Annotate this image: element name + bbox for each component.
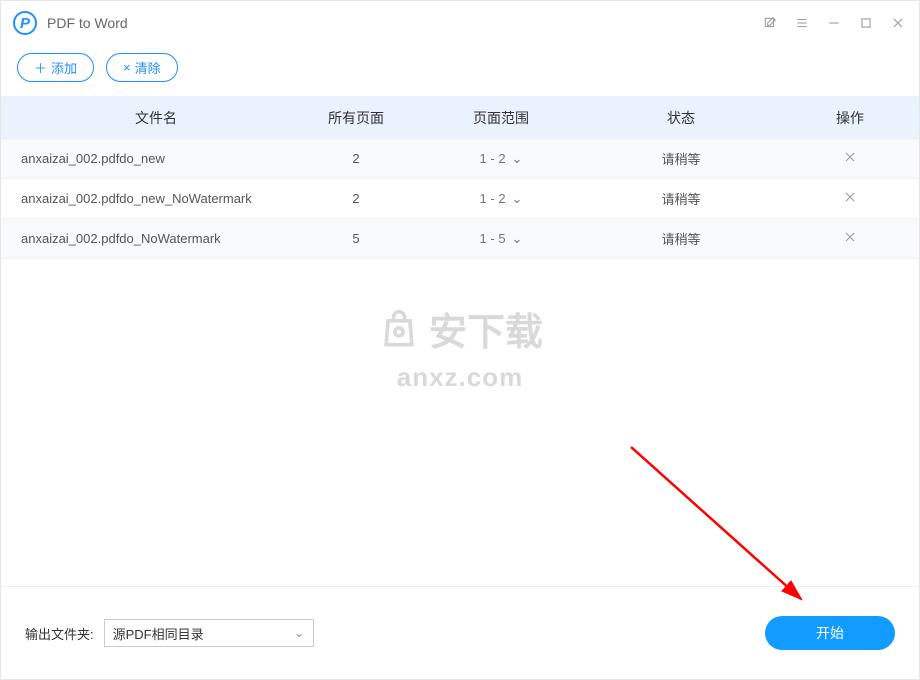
toolbar: ＋ 添加 × 清除: [1, 45, 919, 96]
delete-row-icon[interactable]: [843, 230, 857, 244]
output-folder-value: 源PDF相同目录: [113, 624, 204, 643]
add-button[interactable]: ＋ 添加: [17, 53, 94, 82]
chevron-down-icon: ⌄: [512, 151, 523, 167]
cell-range[interactable]: 1 - 2⌄: [421, 151, 581, 167]
cell-action: [781, 150, 919, 167]
plus-icon: ＋: [34, 58, 47, 77]
cell-filename: anxaizai_002.pdfdo_new: [1, 151, 291, 166]
watermark-domain: anxz.com: [377, 362, 543, 393]
table-row: anxaizai_002.pdfdo_NoWatermark 5 1 - 5⌄ …: [1, 219, 919, 259]
cell-action: [781, 190, 919, 207]
watermark: 安下载 anxz.com: [377, 301, 543, 393]
window-controls: [761, 14, 907, 32]
cell-filename: anxaizai_002.pdfdo_NoWatermark: [1, 231, 291, 246]
cell-action: [781, 230, 919, 247]
table-row: anxaizai_002.pdfdo_new_NoWatermark 2 1 -…: [1, 179, 919, 219]
minimize-icon[interactable]: [825, 14, 843, 32]
app-logo: P: [13, 11, 37, 35]
cell-filename: anxaizai_002.pdfdo_new_NoWatermark: [1, 191, 291, 206]
header-action: 操作: [781, 108, 919, 128]
x-icon: ×: [123, 60, 131, 75]
clear-button-label: 清除: [135, 58, 161, 77]
close-icon[interactable]: [889, 14, 907, 32]
cell-status: 请稍等: [581, 149, 781, 168]
cell-range[interactable]: 1 - 2⌄: [421, 191, 581, 207]
menu-icon[interactable]: [793, 14, 811, 32]
edit-icon[interactable]: [761, 14, 779, 32]
clear-button[interactable]: × 清除: [106, 53, 178, 82]
add-button-label: 添加: [51, 58, 77, 77]
cell-pages: 2: [291, 151, 421, 166]
chevron-down-icon: ⌄: [294, 625, 305, 641]
delete-row-icon[interactable]: [843, 190, 857, 204]
output-folder-select[interactable]: 源PDF相同目录 ⌄: [104, 619, 314, 647]
cell-pages: 2: [291, 191, 421, 206]
start-button[interactable]: 开始: [765, 616, 895, 650]
header-status: 状态: [581, 108, 781, 128]
cell-status: 请稍等: [581, 189, 781, 208]
cell-range[interactable]: 1 - 5⌄: [421, 231, 581, 247]
chevron-down-icon: ⌄: [512, 191, 523, 207]
chevron-down-icon: ⌄: [512, 231, 523, 247]
header-filename: 文件名: [1, 108, 291, 128]
cell-pages: 5: [291, 231, 421, 246]
output-folder-label: 输出文件夹:: [25, 624, 94, 643]
table-header: 文件名 所有页面 页面范围 状态 操作: [1, 97, 919, 139]
file-table: 文件名 所有页面 页面范围 状态 操作 anxaizai_002.pdfdo_n…: [1, 96, 919, 259]
maximize-icon[interactable]: [857, 14, 875, 32]
header-pages: 所有页面: [291, 108, 421, 128]
header-range: 页面范围: [421, 108, 581, 128]
table-row: anxaizai_002.pdfdo_new 2 1 - 2⌄ 请稍等: [1, 139, 919, 179]
cell-status: 请稍等: [581, 229, 781, 248]
bag-icon: [377, 308, 421, 362]
titlebar: P PDF to Word: [1, 1, 919, 45]
delete-row-icon[interactable]: [843, 150, 857, 164]
watermark-cn: 安下载: [429, 312, 543, 354]
app-title: PDF to Word: [47, 15, 128, 31]
footer: 输出文件夹: 源PDF相同目录 ⌄ 开始: [1, 587, 919, 679]
